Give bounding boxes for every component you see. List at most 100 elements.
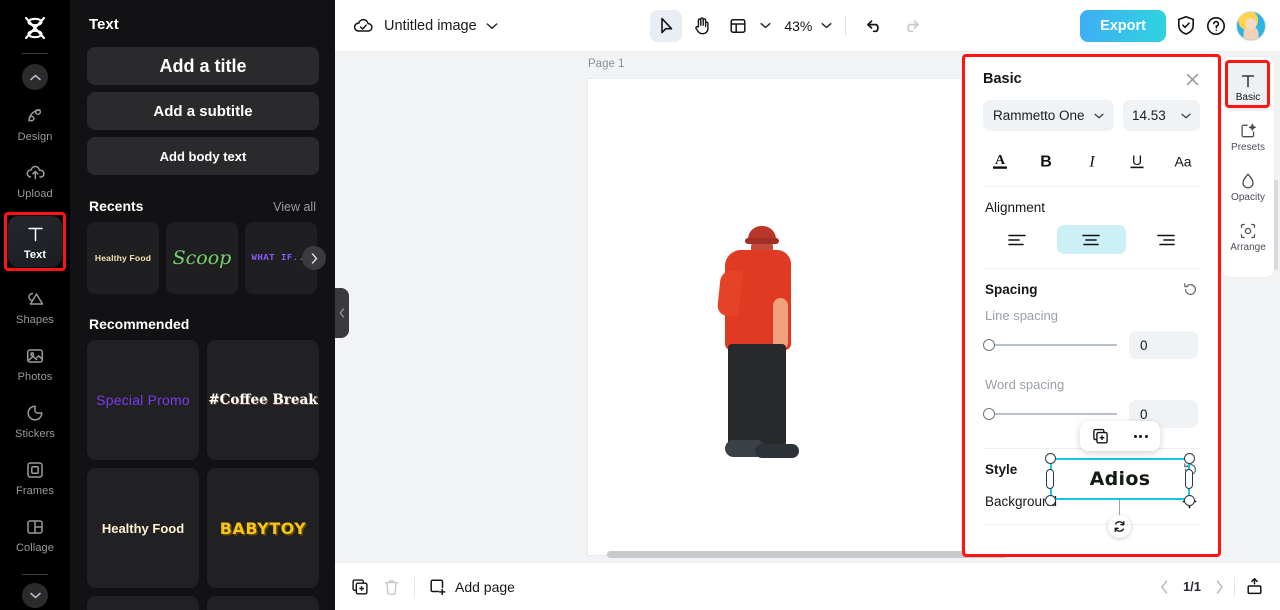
sidebar-item-shapes[interactable]: Shapes: [8, 281, 62, 332]
layout-tool-button[interactable]: [722, 10, 754, 42]
line-spacing-slider[interactable]: [983, 339, 1117, 351]
text-selection-box[interactable]: Adios: [1050, 458, 1190, 500]
chevron-down-icon[interactable]: [486, 22, 498, 30]
font-controls-row: Rammetto One 14.53: [983, 100, 1200, 131]
sidebar-item-label: Upload: [17, 187, 53, 200]
chevron-up-icon[interactable]: [22, 64, 48, 90]
right-rail-item-arrange[interactable]: Arrange: [1226, 213, 1270, 261]
style-title: Style: [985, 462, 1018, 477]
export-button[interactable]: Export: [1080, 9, 1166, 42]
recommended-item[interactable]: [87, 596, 199, 610]
word-spacing-slider[interactable]: [983, 408, 1117, 420]
line-spacing-value[interactable]: 0: [1129, 331, 1198, 359]
panel-collapse-handle[interactable]: [335, 288, 349, 338]
resize-handle-bottom-left[interactable]: [1045, 495, 1056, 506]
rotate-icon[interactable]: [1108, 515, 1131, 538]
recommended-item[interactable]: #Coffee Break: [207, 340, 319, 460]
svg-text:I: I: [1088, 154, 1095, 171]
sidebar-item-upload[interactable]: Upload: [8, 155, 62, 206]
recommended-item[interactable]: Healthy Food: [87, 468, 199, 588]
right-rail-item-presets[interactable]: Presets: [1226, 113, 1270, 161]
question-circle-icon[interactable]: [1206, 16, 1226, 36]
zoom-level[interactable]: 43%: [784, 18, 812, 34]
font-size-select[interactable]: 14.53: [1123, 100, 1200, 131]
undo-button[interactable]: [859, 10, 891, 42]
opacity-drop-icon: [1239, 172, 1257, 190]
capcut-logo-icon[interactable]: [18, 14, 52, 41]
canvas-text-element[interactable]: Adios: [1052, 460, 1188, 498]
recommended-item[interactable]: Special Promo: [87, 340, 199, 460]
photos-image-icon: [25, 344, 45, 368]
sidebar-item-collage[interactable]: Collage: [8, 509, 62, 560]
add-subtitle-button[interactable]: Add a subtitle: [87, 92, 319, 130]
recents-view-all-link[interactable]: View all: [273, 200, 316, 214]
trash-icon[interactable]: [383, 578, 400, 596]
panel-title: Text: [89, 16, 119, 33]
word-spacing-label: Word spacing: [985, 377, 1065, 392]
select-tool-button[interactable]: [650, 9, 683, 42]
design-icon: [25, 104, 45, 128]
chevron-down-icon: [1181, 113, 1191, 119]
align-right-button[interactable]: [1132, 225, 1200, 254]
close-x-icon[interactable]: [1185, 72, 1200, 87]
next-page-button[interactable]: [1215, 579, 1224, 594]
document-title[interactable]: Untitled image: [384, 18, 477, 34]
sidebar-item-stickers[interactable]: Stickers: [8, 395, 62, 446]
person-image[interactable]: [716, 226, 803, 484]
recommended-item-label: Healthy Food: [101, 520, 185, 536]
duplicate-page-icon[interactable]: [351, 578, 369, 596]
resize-handle-top-left[interactable]: [1045, 453, 1056, 464]
right-rail-item-basic[interactable]: Basic: [1226, 63, 1270, 111]
more-dots-icon[interactable]: [1133, 434, 1148, 438]
resize-handle-bottom-right[interactable]: [1184, 495, 1195, 506]
element-floating-toolbar: [1080, 421, 1160, 451]
sidebar-item-frames[interactable]: Frames: [8, 452, 62, 503]
properties-panel-header: Basic: [983, 71, 1200, 87]
recent-item[interactable]: Scoop: [166, 222, 238, 294]
reset-icon[interactable]: [1183, 282, 1198, 297]
chevron-down-icon[interactable]: [760, 22, 771, 29]
text-case-button[interactable]: Aa: [1168, 148, 1198, 174]
resize-handle-right[interactable]: [1185, 469, 1193, 489]
cloud-check-icon[interactable]: [353, 17, 374, 34]
present-icon[interactable]: [1245, 577, 1264, 596]
recommended-item[interactable]: [207, 596, 319, 610]
sidebar-item-design[interactable]: Design: [8, 98, 62, 149]
redo-button[interactable]: [895, 10, 927, 42]
right-rail-scrollbar[interactable]: [1274, 180, 1278, 270]
align-left-button[interactable]: [983, 225, 1051, 254]
sidebar-item-text[interactable]: Text: [4, 211, 66, 271]
slider-knob[interactable]: [983, 408, 995, 420]
chevron-right-icon[interactable]: [302, 246, 326, 270]
add-body-text-button[interactable]: Add body text: [87, 137, 319, 175]
slider-knob[interactable]: [983, 339, 995, 351]
duplicate-icon[interactable]: [1092, 428, 1109, 445]
right-rail-item-label: Arrange: [1230, 241, 1266, 253]
underline-button[interactable]: U: [1122, 148, 1152, 174]
text-color-button[interactable]: A: [985, 148, 1015, 174]
text-T-icon: [1239, 72, 1257, 90]
italic-button[interactable]: I: [1077, 148, 1107, 174]
bold-button[interactable]: B: [1031, 148, 1061, 174]
svg-text:B: B: [1040, 154, 1052, 171]
presets-icon: [1239, 122, 1257, 140]
right-rail-item-opacity[interactable]: Opacity: [1226, 163, 1270, 211]
svg-text:Aa: Aa: [1174, 154, 1191, 170]
resize-handle-left[interactable]: [1046, 469, 1054, 489]
hand-tool-button[interactable]: [686, 10, 718, 42]
recent-item[interactable]: Healthy Food: [87, 222, 159, 294]
font-family-select[interactable]: Rammetto One: [983, 100, 1114, 131]
user-avatar[interactable]: [1235, 10, 1266, 41]
add-title-button[interactable]: Add a title: [87, 47, 319, 85]
chevron-down-icon[interactable]: [821, 22, 832, 29]
sidebar-item-photos[interactable]: Photos: [8, 338, 62, 389]
resize-handle-top-right[interactable]: [1184, 453, 1195, 464]
shield-check-icon[interactable]: [1176, 15, 1196, 36]
recommended-item[interactable]: BABYTOY: [207, 468, 319, 588]
prev-page-button[interactable]: [1160, 579, 1169, 594]
align-center-button[interactable]: [1057, 225, 1126, 254]
canvas-page[interactable]: [588, 79, 961, 555]
add-page-button[interactable]: Add page: [429, 578, 515, 596]
horizontal-scrollbar[interactable]: [607, 551, 1007, 558]
chevron-down-icon[interactable]: [22, 582, 48, 608]
